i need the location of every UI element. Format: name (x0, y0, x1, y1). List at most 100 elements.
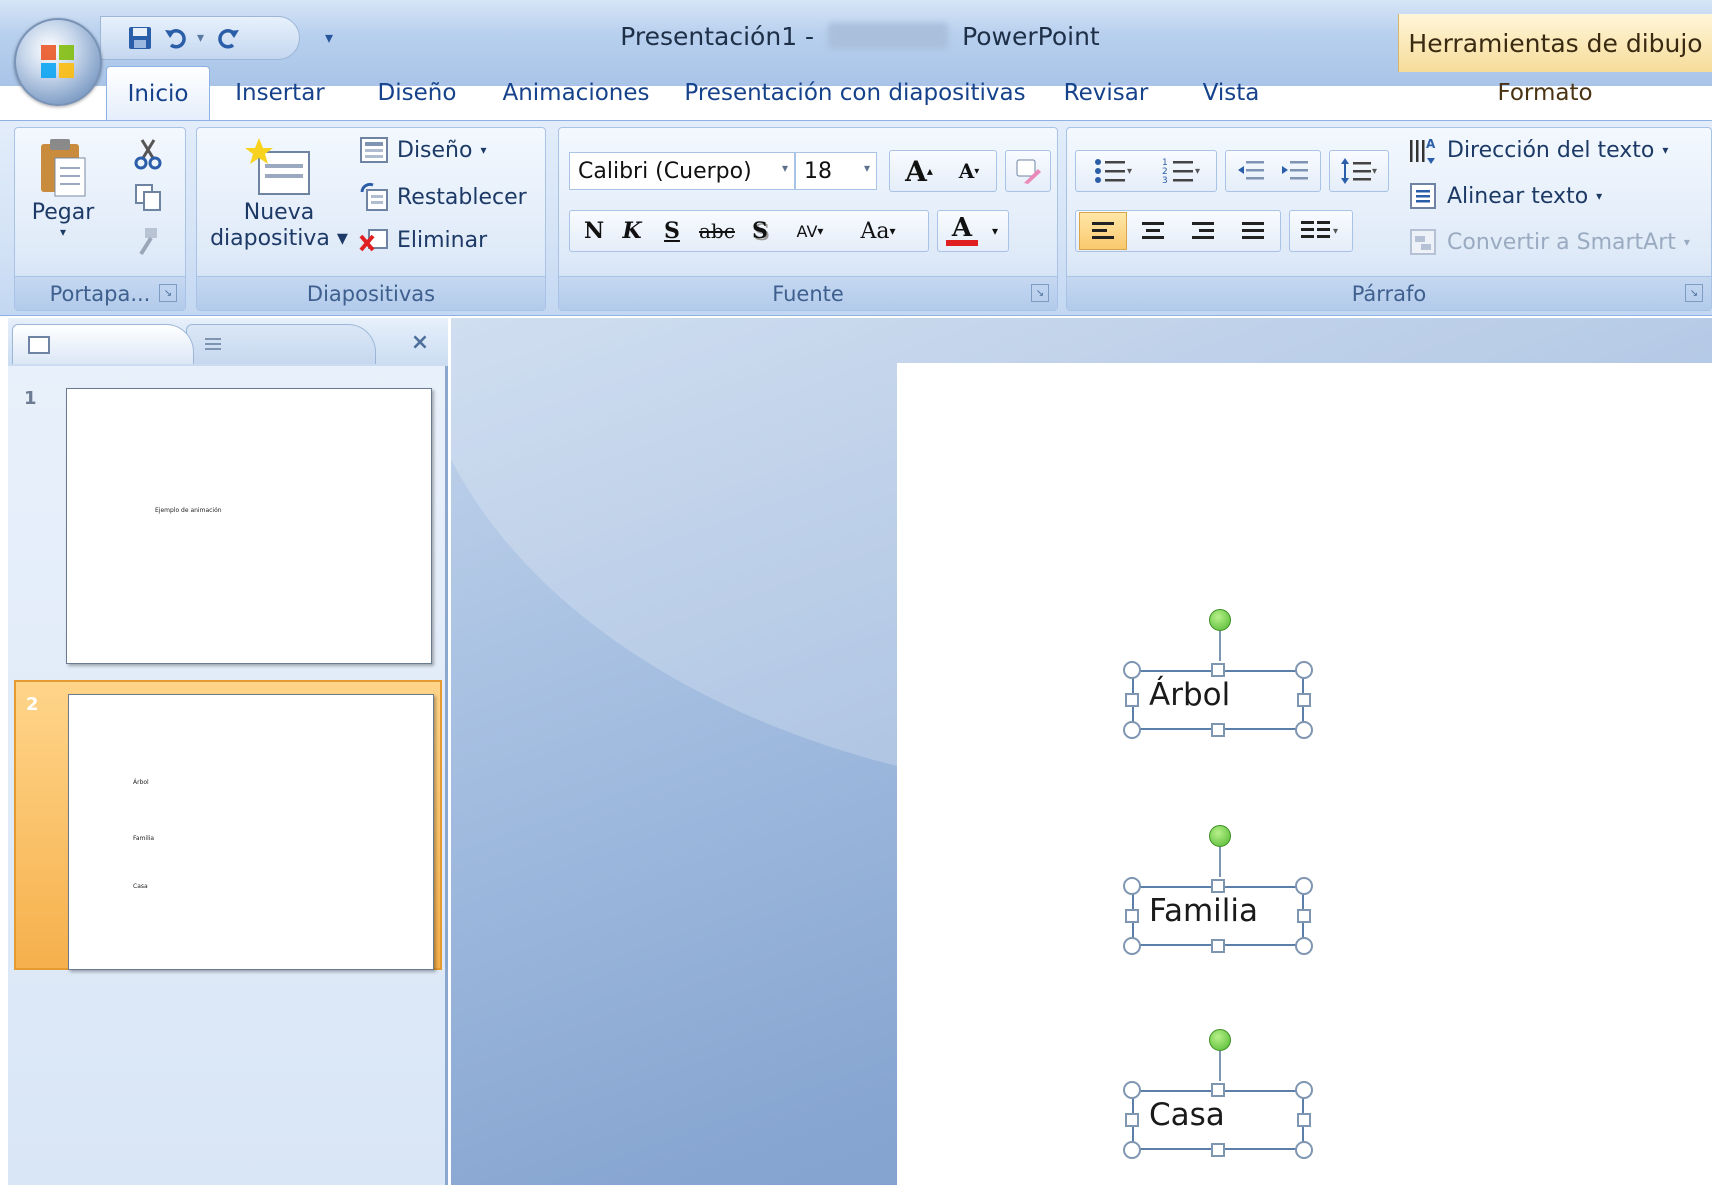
resize-handle[interactable] (1125, 909, 1139, 923)
format-painter-button[interactable] (133, 226, 163, 256)
slide-canvas[interactable]: Árbol Familia Casa (897, 363, 1712, 1185)
text-box-familia[interactable]: Familia (1123, 825, 1313, 955)
fuente-label: Fuente (772, 281, 844, 306)
rotation-handle[interactable] (1209, 1029, 1231, 1051)
columns-button[interactable]: ▾ (1292, 212, 1350, 250)
layout-button[interactable]: Diseño ▾ (359, 136, 486, 164)
resize-handle[interactable] (1211, 879, 1225, 893)
resize-handle[interactable] (1123, 661, 1141, 679)
clear-formatting-button[interactable] (1008, 152, 1048, 190)
change-case-button[interactable]: Aa ▾ (844, 212, 912, 250)
bullets-button[interactable]: ▾ (1080, 152, 1146, 190)
resize-handle[interactable] (1295, 661, 1313, 679)
align-text-button[interactable]: Alinear texto ▾ (1407, 180, 1602, 212)
tab-outline[interactable] (186, 324, 376, 364)
dialog-launcher-icon[interactable]: ↘ (159, 284, 177, 302)
dialog-launcher-icon[interactable]: ↘ (1031, 284, 1049, 302)
text-box-content[interactable]: Casa (1149, 1097, 1225, 1133)
new-slide-button[interactable]: Nueva diapositiva ▾ (209, 136, 349, 252)
save-icon[interactable] (125, 23, 155, 53)
resize-handle[interactable] (1211, 723, 1225, 737)
font-size-dropdown-icon[interactable]: ▾ (864, 161, 870, 175)
text-box-casa[interactable]: Casa (1123, 1029, 1313, 1159)
tab-revisar[interactable]: Revisar (1054, 66, 1158, 120)
align-left-button[interactable] (1079, 212, 1127, 250)
office-button[interactable] (14, 18, 102, 106)
undo-dropdown-icon[interactable]: ▾ (197, 30, 207, 46)
resize-handle[interactable] (1211, 939, 1225, 953)
tab-formato[interactable]: Formato (1400, 66, 1690, 120)
align-text-icon (1410, 183, 1436, 209)
convert-smartart-button[interactable]: Convertir a SmartArt ▾ (1407, 226, 1690, 258)
rotation-handle[interactable] (1209, 609, 1231, 631)
text-box-content[interactable]: Familia (1149, 893, 1258, 929)
resize-handle[interactable] (1295, 877, 1313, 895)
slide-thumbnail-2[interactable]: 2 Árbol Familia Casa (14, 680, 442, 970)
increase-indent-button[interactable] (1274, 152, 1316, 190)
resize-handle[interactable] (1295, 1141, 1313, 1159)
font-size-combo[interactable]: 18 ▾ (795, 152, 877, 190)
font-name-dropdown-icon[interactable]: ▾ (782, 161, 788, 175)
justify-button[interactable] (1229, 212, 1277, 250)
group-label-parrafo: Párrafo (1067, 276, 1711, 310)
resize-handle[interactable] (1125, 693, 1139, 707)
align-right-button[interactable] (1179, 212, 1227, 250)
tab-inicio[interactable]: Inicio (106, 66, 210, 120)
tab-insertar[interactable]: Insertar (226, 66, 334, 120)
resize-handle[interactable] (1295, 721, 1313, 739)
rotation-handle[interactable] (1209, 825, 1231, 847)
paste-button[interactable]: Pegar ▾ (27, 136, 99, 238)
font-name-combo[interactable]: Calibri (Cuerpo) ▾ (569, 152, 795, 190)
resize-handle[interactable] (1123, 721, 1141, 739)
char-spacing-button[interactable]: AV ▾ (780, 212, 840, 250)
text-direction-button[interactable]: A Dirección del texto ▾ (1407, 134, 1668, 166)
contextual-tab-header: Herramientas de dibujo (1398, 14, 1712, 72)
resize-handle[interactable] (1295, 937, 1313, 955)
resize-handle[interactable] (1297, 1113, 1311, 1127)
redo-icon[interactable] (213, 23, 243, 53)
text-box-content[interactable]: Árbol (1149, 677, 1230, 713)
strikethrough-button[interactable]: abc (694, 212, 740, 250)
close-icon[interactable]: × (404, 326, 436, 358)
text-box-arbol[interactable]: Árbol (1123, 609, 1313, 739)
resize-handle[interactable] (1211, 1083, 1225, 1097)
grow-font-button[interactable]: A ▴ (894, 152, 944, 190)
copy-button[interactable] (133, 182, 163, 212)
tab-presentacion[interactable]: Presentación con diapositivas (680, 66, 1030, 120)
underline-button[interactable]: S (654, 212, 690, 250)
shadow-button[interactable]: S (742, 212, 778, 250)
paste-dropdown-icon[interactable]: ▾ (60, 226, 66, 238)
line-spacing-button[interactable]: ▾ (1332, 152, 1386, 190)
decrease-indent-button[interactable] (1230, 152, 1272, 190)
resize-handle[interactable] (1297, 909, 1311, 923)
resize-handle[interactable] (1123, 1081, 1141, 1099)
smartart-dropdown-icon: ▾ (1683, 235, 1690, 249)
customize-qat-icon[interactable]: ▾ (318, 24, 340, 50)
resize-handle[interactable] (1211, 663, 1225, 677)
resize-handle[interactable] (1297, 693, 1311, 707)
resize-handle[interactable] (1211, 1143, 1225, 1157)
resize-handle[interactable] (1125, 1113, 1139, 1127)
shrink-font-button[interactable]: A ▾ (944, 152, 994, 190)
undo-icon[interactable] (161, 23, 191, 53)
slide-thumbnail-1[interactable]: 1 Ejemplo de animación (14, 376, 442, 666)
tab-vista[interactable]: Vista (1186, 66, 1276, 120)
resize-handle[interactable] (1295, 1081, 1313, 1099)
font-color-dropdown-icon[interactable]: ▾ (984, 212, 1006, 250)
tab-slides[interactable] (12, 324, 194, 364)
resize-handle[interactable] (1123, 937, 1141, 955)
delete-slide-button[interactable]: Eliminar (359, 226, 487, 254)
font-color-button[interactable]: A (942, 212, 982, 250)
resize-handle[interactable] (1123, 877, 1141, 895)
resize-handle[interactable] (1123, 1141, 1141, 1159)
dialog-launcher-icon[interactable]: ↘ (1685, 284, 1703, 302)
powerpoint-window: Presentación1 - PowerPoint Herramientas … (0, 0, 1712, 1185)
numbering-button[interactable]: 1 2 3 ▾ (1148, 152, 1214, 190)
italic-button[interactable]: K (614, 212, 650, 250)
align-center-button[interactable] (1129, 212, 1177, 250)
tab-animaciones[interactable]: Animaciones (500, 66, 652, 120)
bold-button[interactable]: N (576, 212, 612, 250)
cut-button[interactable] (133, 138, 163, 170)
reset-button[interactable]: Restablecer (359, 182, 527, 212)
tab-diseno[interactable]: Diseño (362, 66, 472, 120)
